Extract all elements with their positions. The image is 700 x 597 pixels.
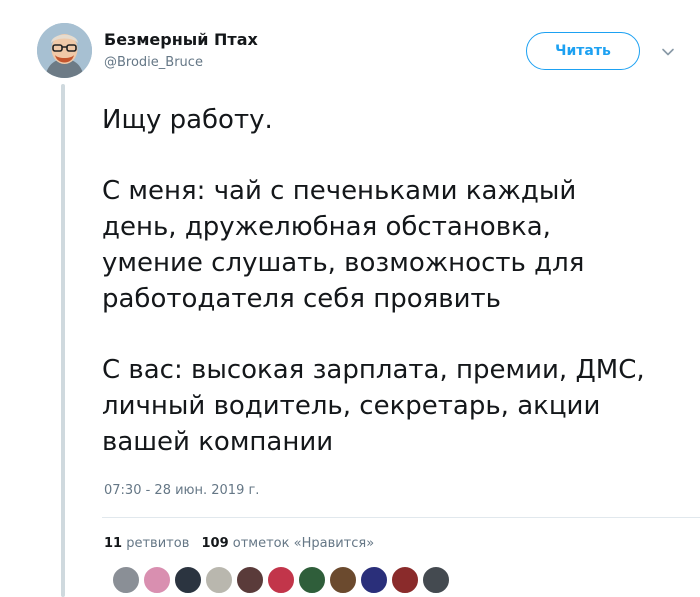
tweet-line: день, дружелюбная обстановка, bbox=[102, 212, 551, 242]
tweet-line: вашей компании bbox=[102, 427, 334, 457]
retweets-count: 11 bbox=[104, 536, 123, 551]
chevron-down-icon[interactable] bbox=[660, 44, 676, 60]
liker-avatar[interactable] bbox=[422, 566, 450, 594]
liker-avatar[interactable] bbox=[205, 566, 233, 594]
tweet-text: Ищу работу. С меня: чай с печеньками каж… bbox=[102, 102, 692, 460]
tweet-line: личный водитель, секретарь, акции bbox=[102, 391, 601, 421]
liker-avatar[interactable] bbox=[360, 566, 388, 594]
follow-button[interactable]: Читать bbox=[526, 32, 640, 70]
avatar-image bbox=[37, 23, 92, 78]
divider bbox=[102, 517, 700, 518]
liker-avatar[interactable] bbox=[267, 566, 295, 594]
tweet-line: умение слушать, возможность для bbox=[102, 248, 585, 278]
likes-count: 109 bbox=[201, 536, 229, 551]
retweets-label: ретвитов bbox=[126, 536, 190, 551]
liker-avatar[interactable] bbox=[391, 566, 419, 594]
likes-stat[interactable]: 109 отметок «Нравится» bbox=[202, 536, 375, 551]
tweet-line: Ищу работу. bbox=[102, 105, 273, 135]
liker-avatar[interactable] bbox=[112, 566, 140, 594]
author-name[interactable]: Безмерный Птах bbox=[104, 30, 258, 49]
liker-avatar[interactable] bbox=[174, 566, 202, 594]
tweet-line: работодателя себя проявить bbox=[102, 284, 501, 314]
tweet-line: С меня: чай с печеньками каждый bbox=[102, 176, 577, 206]
retweets-stat[interactable]: 11 ретвитов bbox=[104, 536, 194, 551]
liker-avatar[interactable] bbox=[236, 566, 264, 594]
tweet-timestamp[interactable]: 07:30 - 28 июн. 2019 г. bbox=[104, 483, 259, 498]
thread-line bbox=[61, 84, 65, 597]
tweet-line: С вас: высокая зарплата, премии, ДМС, bbox=[102, 355, 645, 385]
author-handle[interactable]: @Brodie_Bruce bbox=[104, 55, 203, 70]
avatar[interactable] bbox=[37, 23, 92, 78]
likes-label: отметок «Нравится» bbox=[232, 536, 375, 551]
liker-avatar[interactable] bbox=[298, 566, 326, 594]
tweet-stats: 11 ретвитов 109 отметок «Нравится» bbox=[104, 536, 382, 551]
liker-avatars bbox=[112, 566, 453, 596]
liker-avatar[interactable] bbox=[329, 566, 357, 594]
liker-avatar[interactable] bbox=[143, 566, 171, 594]
